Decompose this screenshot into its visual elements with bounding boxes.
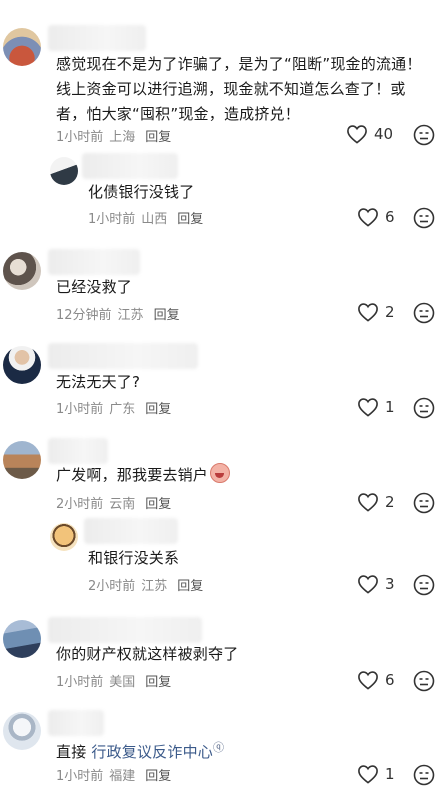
comment-meta: 1小时前 山西 回复 xyxy=(88,208,209,227)
comment-text: 无法无天了? xyxy=(56,373,141,391)
like-count: 1 xyxy=(385,398,395,416)
like-count: 1 xyxy=(385,765,395,783)
like-button[interactable]: 6 xyxy=(357,670,395,690)
comment-location: 美国 xyxy=(109,675,136,690)
comment-location: 上海 xyxy=(109,130,136,145)
dislike-face-icon[interactable] xyxy=(413,574,435,596)
avatar[interactable] xyxy=(50,157,78,185)
username-blurred[interactable] xyxy=(48,249,140,275)
comment-meta: 12分钟前 江苏 回复 xyxy=(56,304,186,323)
comment-location: 山西 xyxy=(141,212,168,227)
username-blurred[interactable] xyxy=(48,617,202,643)
username-blurred[interactable] xyxy=(84,518,178,544)
search-link-icon[interactable]: ⓠ xyxy=(213,741,224,754)
heart-icon xyxy=(358,575,378,594)
search-link[interactable]: 行政复议反诈中心 xyxy=(91,743,213,761)
like-count: 3 xyxy=(385,575,395,593)
comment-location: 广东 xyxy=(109,402,136,417)
like-button[interactable]: 2 xyxy=(357,492,395,512)
emoji-icon xyxy=(210,463,231,483)
reply-button[interactable]: 回复 xyxy=(145,675,171,690)
username-blurred[interactable] xyxy=(48,438,108,464)
dislike-face-icon[interactable] xyxy=(413,207,435,229)
reply-button[interactable]: 回复 xyxy=(145,769,171,784)
avatar[interactable] xyxy=(3,441,41,479)
comment-time: 1小时前 xyxy=(56,769,104,784)
comment-text: 广发啊，那我要去销户 xyxy=(56,463,231,488)
comment-meta: 1小时前 福建 回复 xyxy=(56,765,177,784)
reply-button[interactable]: 回复 xyxy=(145,497,171,512)
comment-time: 12分钟前 xyxy=(56,308,112,323)
comment-meta: 2小时前 云南 回复 xyxy=(56,493,177,512)
comment-text-plain: 直接 xyxy=(56,743,87,761)
like-count: 2 xyxy=(385,303,395,321)
avatar[interactable] xyxy=(3,252,41,290)
comment-text: 和银行没关系 xyxy=(88,549,180,567)
comment-location: 福建 xyxy=(109,769,136,784)
reply-button[interactable]: 回复 xyxy=(145,402,171,417)
comment-text: 已经没救了 xyxy=(56,278,133,296)
comment-meta: 1小时前 上海 回复 xyxy=(56,126,177,145)
heart-icon xyxy=(358,493,378,512)
heart-icon xyxy=(358,765,378,784)
reply-button[interactable]: 回复 xyxy=(177,579,203,594)
like-count: 2 xyxy=(385,493,395,511)
username-blurred[interactable] xyxy=(48,710,104,736)
comment-time: 1小时前 xyxy=(56,130,104,145)
comment-meta: 1小时前 美国 回复 xyxy=(56,671,177,690)
like-count: 6 xyxy=(385,208,395,226)
comment-text: 你的财产权就这样被剥夺了 xyxy=(56,645,239,663)
dislike-face-icon[interactable] xyxy=(413,764,435,786)
dislike-face-icon[interactable] xyxy=(413,302,435,324)
like-button[interactable]: 1 xyxy=(357,397,395,417)
comment-time: 1小时前 xyxy=(56,675,104,690)
reply-button[interactable]: 回复 xyxy=(154,308,180,323)
heart-icon xyxy=(358,208,378,227)
like-button[interactable]: 1 xyxy=(357,764,395,784)
avatar[interactable] xyxy=(3,346,41,384)
comment-text: 化债银行没钱了 xyxy=(88,183,195,201)
reply-button[interactable]: 回复 xyxy=(145,130,171,145)
dislike-face-icon[interactable] xyxy=(413,124,435,146)
comment-location: 江苏 xyxy=(117,308,144,323)
comment-time: 1小时前 xyxy=(56,402,104,417)
reply-button[interactable]: 回复 xyxy=(177,212,203,227)
username-blurred[interactable] xyxy=(82,153,178,179)
comment-text: 感觉现在不是为了诈骗了，是为了“阻断”现金的流通！线上资金可以进行追溯，现金就不… xyxy=(56,55,422,123)
avatar[interactable] xyxy=(3,712,41,750)
heart-icon xyxy=(347,125,367,144)
like-count: 6 xyxy=(385,671,395,689)
comment-time: 2小时前 xyxy=(56,497,104,512)
like-button[interactable]: 6 xyxy=(357,207,395,227)
heart-icon xyxy=(358,398,378,417)
comment-location: 江苏 xyxy=(141,579,168,594)
comment-text-content: 广发啊，那我要去销户 xyxy=(56,466,209,484)
avatar[interactable] xyxy=(3,620,41,658)
comment-location: 云南 xyxy=(109,497,136,512)
dislike-face-icon[interactable] xyxy=(413,397,435,419)
comment-text: 直接 行政复议反诈中心ⓠ xyxy=(56,735,224,765)
username-blurred[interactable] xyxy=(48,343,198,369)
like-button[interactable]: 2 xyxy=(357,302,395,322)
like-button[interactable]: 3 xyxy=(357,574,395,594)
like-count: 40 xyxy=(374,125,394,143)
dislike-face-icon[interactable] xyxy=(413,670,435,692)
like-button[interactable]: 40 xyxy=(346,124,393,144)
avatar[interactable] xyxy=(3,28,41,66)
avatar[interactable] xyxy=(50,523,78,551)
heart-icon xyxy=(358,671,378,690)
heart-icon xyxy=(358,303,378,322)
comment-meta: 1小时前 广东 回复 xyxy=(56,398,177,417)
comment-time: 2小时前 xyxy=(88,579,136,594)
comment-time: 1小时前 xyxy=(88,212,136,227)
username-blurred[interactable] xyxy=(48,25,146,51)
dislike-face-icon[interactable] xyxy=(413,492,435,514)
comment-meta: 2小时前 江苏 回复 xyxy=(88,575,209,594)
